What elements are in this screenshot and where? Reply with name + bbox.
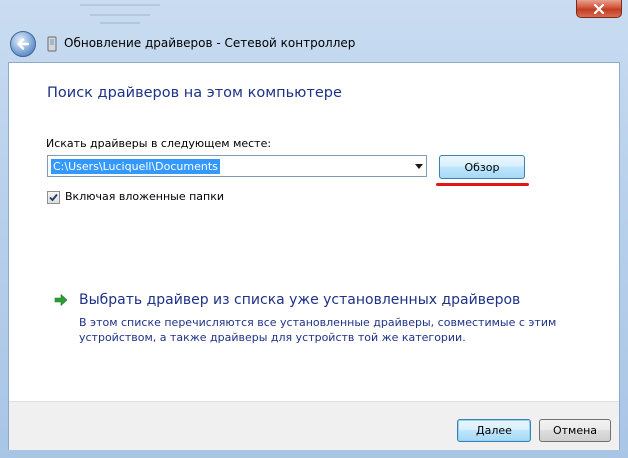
- include-subfolders-checkbox[interactable]: [47, 191, 60, 204]
- cancel-button[interactable]: Отмена: [539, 419, 611, 442]
- checkmark-icon: [49, 193, 58, 202]
- browse-button[interactable]: Обзор: [439, 155, 525, 179]
- pick-driver-description: В этом списке перечисляются все установл…: [79, 316, 557, 344]
- path-value[interactable]: C:\Users\Luciquell\Documents: [51, 159, 220, 174]
- dialog-footer: Далее Отмена: [9, 401, 619, 450]
- chevron-down-icon[interactable]: [415, 164, 423, 169]
- device-icon: [47, 36, 57, 52]
- window-title: Обновление драйверов - Сетевой контролле…: [64, 36, 356, 50]
- title-bar: Обновление драйверов - Сетевой контролле…: [0, 28, 628, 62]
- window-frame: Обновление драйверов - Сетевой контролле…: [0, 0, 628, 458]
- back-arrow-icon: [17, 38, 30, 50]
- window-close-button[interactable]: [576, 0, 622, 18]
- next-button[interactable]: Далее: [457, 419, 531, 442]
- back-button[interactable]: [10, 31, 36, 57]
- include-subfolders-label[interactable]: Включая вложенные папки: [65, 190, 224, 203]
- pick-driver-link[interactable]: Выбрать драйвер из списка уже установлен…: [79, 292, 520, 308]
- path-combobox[interactable]: C:\Users\Luciquell\Documents: [47, 155, 427, 177]
- green-arrow-icon[interactable]: [53, 292, 69, 308]
- highlight-underline: [436, 183, 529, 186]
- background-window-strip: [60, 0, 580, 28]
- close-icon: [593, 3, 605, 14]
- search-location-label: Искать драйверы в следующем месте:: [46, 137, 272, 150]
- dialog-client-area: Поиск драйверов на этом компьютере Искат…: [8, 62, 620, 450]
- page-heading: Поиск драйверов на этом компьютере: [47, 85, 342, 101]
